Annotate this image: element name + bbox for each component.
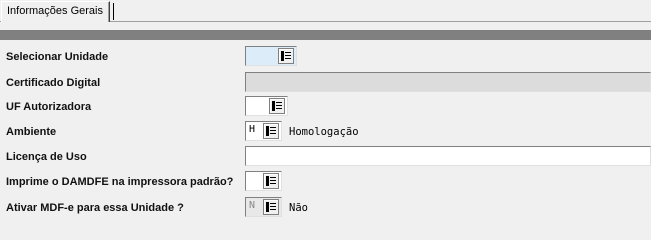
certificado-field[interactable] xyxy=(245,72,651,92)
list-lookup-icon xyxy=(272,101,282,111)
ambiente-lookup-button[interactable] xyxy=(263,123,279,139)
licenca-field[interactable] xyxy=(245,146,651,166)
row-uf-autorizadora: UF Autorizadora xyxy=(0,96,651,120)
row-imprime-damdfe: Imprime o DAMDFE na impressora padrão? xyxy=(0,171,651,195)
field-label: UF Autorizadora xyxy=(6,101,92,113)
list-lookup-icon xyxy=(266,126,276,136)
row-ativar-mdfe: Ativar MDF-e para essa Unidade ? N Não xyxy=(0,197,651,221)
list-lookup-icon xyxy=(266,202,276,212)
field-label: Selecionar Unidade xyxy=(6,51,109,63)
tab-strip: Informações Gerais xyxy=(0,0,651,22)
field-label: Imprime o DAMDFE na impressora padrão? xyxy=(6,176,234,188)
row-ambiente: Ambiente H Homologação xyxy=(0,121,651,145)
list-lookup-icon xyxy=(266,176,276,186)
section-header-bar xyxy=(0,30,651,40)
field-label: Licença de Uso xyxy=(6,151,87,163)
tab-separator xyxy=(113,3,114,20)
imprime-field[interactable] xyxy=(245,171,282,191)
row-selecionar-unidade: Selecionar Unidade xyxy=(0,46,651,70)
ambiente-code: H xyxy=(249,124,256,135)
field-label: Ativar MDF-e para essa Unidade ? xyxy=(6,202,184,214)
ativar-code: N xyxy=(249,200,256,211)
field-label: Certificado Digital xyxy=(6,77,101,89)
list-lookup-icon xyxy=(281,51,291,61)
unidade-field[interactable] xyxy=(245,46,297,66)
ambiente-field[interactable]: H xyxy=(245,121,282,141)
field-label: Ambiente xyxy=(6,126,57,138)
tab-informacoes-gerais[interactable]: Informações Gerais xyxy=(1,1,110,22)
imprime-lookup-button[interactable] xyxy=(263,173,279,189)
row-certificado-digital: Certificado Digital xyxy=(0,72,651,96)
ativar-field[interactable]: N xyxy=(245,197,282,217)
row-licenca-de-uso: Licença de Uso xyxy=(0,146,651,170)
ativar-description: Não xyxy=(289,202,308,214)
unidade-lookup-button[interactable] xyxy=(278,48,294,64)
ambiente-description: Homologação xyxy=(289,126,359,138)
uf-lookup-button[interactable] xyxy=(269,98,285,114)
ativar-lookup-button[interactable] xyxy=(263,199,279,215)
tab-label: Informações Gerais xyxy=(7,5,103,17)
uf-field[interactable] xyxy=(245,96,288,116)
